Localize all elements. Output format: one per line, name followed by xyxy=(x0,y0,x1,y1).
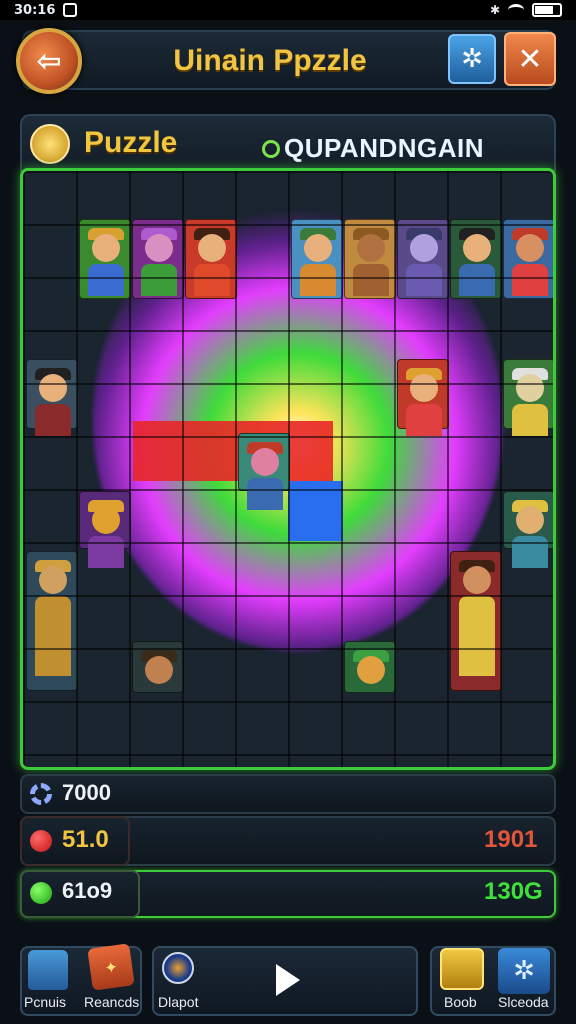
nav-label-3[interactable]: Dlapot xyxy=(158,994,198,1010)
board-grid xyxy=(23,171,553,767)
notification-icon xyxy=(63,3,78,17)
puzzle-label: Puzzle xyxy=(84,126,178,159)
home-icon[interactable] xyxy=(28,950,68,990)
status-bar: 30:16 ✱ xyxy=(0,0,576,20)
nav-label-2[interactable]: Reancds xyxy=(84,994,139,1010)
back-arrow-icon: ⇦ xyxy=(36,43,62,79)
nav-label-1[interactable]: Pcnuis xyxy=(24,994,66,1010)
puzzle-board[interactable] xyxy=(20,168,556,770)
red-dot-icon xyxy=(30,830,52,852)
settings-icon[interactable]: ✲ xyxy=(498,948,550,994)
stat-value-1: 7000 xyxy=(62,780,111,805)
puzzle-badge-icon xyxy=(30,124,70,164)
green-dot-icon xyxy=(30,882,52,904)
stat-value-2-right: 1901 xyxy=(484,826,538,853)
dice-icon[interactable] xyxy=(440,948,484,990)
gear-icon xyxy=(30,783,52,805)
settings-button[interactable]: ✲ xyxy=(448,34,496,84)
stat-value-3-left: 61o9 xyxy=(62,878,113,903)
battery-icon xyxy=(532,3,562,17)
stat-value-2-left: 51.0 xyxy=(62,826,109,853)
close-x-icon: ✕ xyxy=(517,41,543,77)
nav-label-5[interactable]: Slceoda xyxy=(498,994,549,1010)
mode-label: QUPANDNGAIN xyxy=(284,133,485,163)
wifi-icon xyxy=(508,4,524,16)
close-button[interactable]: ✕ xyxy=(504,32,556,86)
bluetooth-icon: ✱ xyxy=(489,3,500,17)
settings-gear-icon: ✲ xyxy=(461,44,483,74)
page-title: Uinain Ppzzle xyxy=(173,44,367,77)
back-button[interactable]: ⇦ xyxy=(16,28,82,94)
nav-label-4[interactable]: Boob xyxy=(444,994,477,1010)
status-time: 30:16 xyxy=(14,2,56,18)
map-pin-icon[interactable] xyxy=(162,952,194,984)
stat-value-3-right: 130G xyxy=(484,878,543,905)
play-icon[interactable] xyxy=(276,964,300,996)
gift-icon[interactable]: ✦ xyxy=(87,943,135,991)
